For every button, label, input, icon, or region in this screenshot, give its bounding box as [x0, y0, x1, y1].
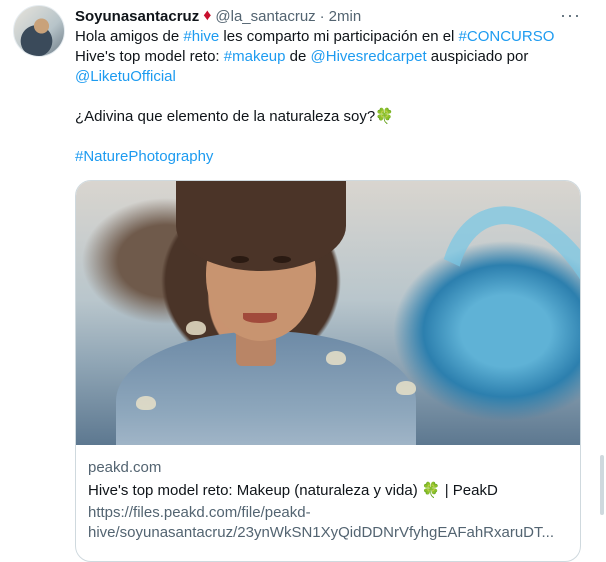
more-options-icon[interactable]: ···	[560, 6, 581, 24]
tweet[interactable]: Soyunasantacruz ♦ @la_santacruz · 2min ·…	[0, 0, 606, 562]
timestamp[interactable]: 2min	[329, 8, 362, 25]
image-butterfly-shape	[326, 351, 346, 365]
image-eye-shape	[231, 256, 249, 263]
tweet-line: @LiketuOfficial	[75, 67, 595, 87]
clover-icon: 🍀	[375, 108, 394, 125]
card-title-text: | PeakD	[440, 482, 498, 499]
image-eye-shape	[273, 256, 291, 263]
card-image[interactable]	[76, 181, 580, 445]
image-butterfly-shape	[136, 396, 156, 410]
hashtag-link[interactable]: #NaturePhotography	[75, 148, 213, 165]
tweet-line: Hola amigos de #hive les comparto mi par…	[75, 27, 595, 47]
image-butterfly-shape	[396, 381, 416, 395]
question-text: ¿Adivina que elemento de la naturaleza s…	[75, 108, 376, 125]
card-url-line: https://files.peakd.com/file/peakd-	[88, 504, 311, 521]
text-segment: Hola amigos de	[75, 28, 184, 45]
hashtag-link[interactable]: #makeup	[224, 48, 286, 65]
tweet-header: Soyunasantacruz ♦ @la_santacruz · 2min	[75, 6, 361, 26]
image-mouth-shape	[243, 313, 277, 323]
mention-link[interactable]: @LiketuOfficial	[75, 68, 176, 85]
decorative-swirl	[402, 181, 580, 445]
separator-dot: ·	[319, 7, 325, 25]
hashtag-link[interactable]: #hive	[183, 28, 219, 45]
scrollbar[interactable]	[600, 455, 604, 515]
text-segment: les comparto mi participación en el	[219, 28, 459, 45]
hashtag-link[interactable]: #CONCURSO	[459, 28, 555, 45]
card-title[interactable]: Hive's top model reto: Makeup (naturalez…	[88, 481, 498, 499]
card-url[interactable]: https://files.peakd.com/file/peakd- hive…	[88, 503, 574, 543]
mention-link[interactable]: @Hivesredcarpet	[311, 48, 427, 65]
image-butterfly-shape	[186, 321, 206, 335]
text-segment: auspiciado por	[426, 48, 529, 65]
tweet-line: #NaturePhotography	[75, 147, 595, 167]
tweet-line: ¿Adivina que elemento de la naturaleza s…	[75, 107, 595, 127]
diamond-icon: ♦	[203, 7, 212, 24]
card-url-line: hive/soyunasantacruz/23ynWkSN1XyQidDDNrV…	[88, 524, 555, 541]
tweet-line: Hive's top model reto: #makeup de @Hives…	[75, 47, 595, 67]
image-hair-shape	[176, 181, 346, 271]
text-segment: de	[285, 48, 311, 65]
link-preview-card[interactable]: peakd.com Hive's top model reto: Makeup …	[75, 180, 581, 562]
card-title-text: Hive's top model reto: Makeup (naturalez…	[88, 482, 422, 499]
display-name[interactable]: Soyunasantacruz	[75, 8, 199, 25]
tweet-text: Hola amigos de #hive les comparto mi par…	[75, 27, 595, 167]
avatar[interactable]	[13, 5, 65, 57]
clover-icon: 🍀	[421, 482, 441, 499]
card-domain: peakd.com	[88, 459, 162, 476]
user-handle[interactable]: @la_santacruz	[215, 8, 315, 25]
text-segment: Hive's top model reto:	[75, 48, 224, 65]
